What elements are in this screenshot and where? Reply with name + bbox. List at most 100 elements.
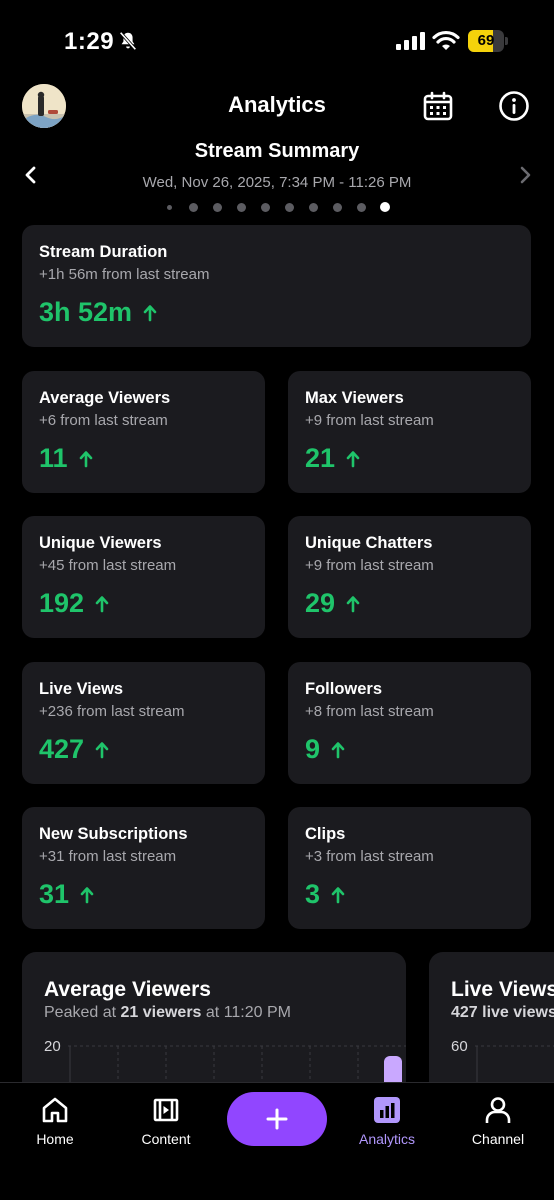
new-subscriptions-card: New Subscriptions +31 from last stream 3…: [22, 807, 265, 929]
live-views-card: Live Views +236 from last stream 427: [22, 662, 265, 784]
card-title: Max Viewers: [305, 389, 404, 407]
card-value-row: 29: [305, 588, 361, 619]
card-value-row: 9: [305, 734, 346, 765]
arrow-up-icon: [143, 304, 157, 321]
page-dot[interactable]: [349, 201, 373, 213]
page-dot[interactable]: [301, 201, 325, 213]
max-viewers-card: Max Viewers +9 from last stream 21: [288, 371, 531, 493]
chart-axis-label: 20: [44, 1038, 61, 1055]
analytics-icon: [374, 1097, 400, 1123]
card-change: +236 from last stream: [39, 703, 185, 720]
card-title: Unique Viewers: [39, 534, 162, 552]
clips-card: Clips +3 from last stream 3: [288, 807, 531, 929]
page-dot[interactable]: [205, 201, 229, 213]
home-icon: [42, 1097, 68, 1123]
nav-content-label: Content: [141, 1131, 191, 1147]
status-time: 1:29: [64, 28, 115, 55]
info-icon[interactable]: [498, 90, 530, 122]
card-change: +31 from last stream: [39, 848, 177, 865]
content-icon: [153, 1098, 179, 1122]
card-title: Followers: [305, 680, 383, 698]
nav-analytics[interactable]: Analytics: [337, 1095, 437, 1147]
unique-chatters-card: Unique Chatters +9 from last stream 29: [288, 516, 531, 638]
nav-content[interactable]: Content: [116, 1095, 216, 1147]
chart-subtitle: 427 live views: [451, 1004, 554, 1021]
chart-title: Live Views: [451, 978, 554, 1001]
chart-axis-label: 60: [451, 1038, 468, 1055]
nav-analytics-label: Analytics: [358, 1131, 416, 1147]
card-value-row: 21: [305, 443, 361, 474]
card-value: 427: [39, 734, 85, 764]
arrow-up-icon: [331, 741, 345, 758]
card-value-row: 192: [39, 588, 110, 619]
page-dot[interactable]: [229, 201, 253, 213]
nav-channel-label: Channel: [471, 1131, 525, 1147]
summary-title: Stream Summary: [194, 140, 360, 162]
page-dot[interactable]: [157, 201, 181, 213]
card-value: 9: [305, 734, 321, 764]
card-change: +9 from last stream: [305, 557, 434, 574]
card-title: Clips: [305, 825, 346, 843]
followers-card: Followers +8 from last stream 9: [288, 662, 531, 784]
wifi-icon: [432, 30, 460, 50]
arrow-up-icon: [95, 595, 109, 612]
arrow-up-icon: [79, 450, 92, 467]
user-icon: [485, 1097, 511, 1123]
card-value: 3h 52m: [39, 297, 133, 327]
summary-date-range: Wed, Nov 26, 2025, 7:34 PM - 11:26 PM: [142, 174, 412, 191]
card-value: 21: [305, 443, 336, 473]
card-value: 11: [39, 443, 68, 473]
calendar-icon[interactable]: [422, 90, 454, 122]
card-value: 3: [305, 879, 321, 909]
card-change: +45 from last stream: [39, 557, 177, 574]
card-title: Live Views: [39, 680, 124, 698]
page-title: Analytics: [228, 92, 326, 117]
card-title: Average Viewers: [39, 389, 171, 407]
nav-home-label: Home: [36, 1131, 74, 1147]
card-change: +8 from last stream: [305, 703, 434, 720]
card-value-row: 427: [39, 734, 110, 765]
card-value-row: 31: [39, 879, 95, 910]
card-value: 192: [39, 588, 85, 618]
arrow-up-icon: [346, 450, 360, 467]
card-change: +6 from last stream: [39, 412, 168, 429]
card-title: Stream Duration: [39, 243, 168, 261]
card-title: Unique Chatters: [305, 534, 433, 552]
chart-subtitle: Peaked at 21 viewers at 11:20 PM: [44, 1004, 291, 1021]
card-value-row: 3: [305, 879, 346, 910]
bottom-navigation: Home Content Analytics Channel: [0, 1082, 554, 1200]
page-dot[interactable]: [373, 201, 397, 213]
nav-channel[interactable]: Channel: [448, 1095, 548, 1147]
cellular-signal-icon: [396, 32, 425, 50]
plus-icon: [266, 1108, 288, 1130]
card-value-row: 3h 52m: [39, 297, 158, 328]
battery-icon: 69: [468, 30, 508, 52]
card-value: 29: [305, 588, 336, 618]
arrow-up-icon: [346, 595, 360, 612]
nav-home[interactable]: Home: [5, 1095, 105, 1147]
page-indicator[interactable]: [0, 201, 554, 213]
status-bar: 1:29 69: [0, 0, 554, 80]
page-dot[interactable]: [325, 201, 349, 213]
arrow-up-icon: [95, 741, 109, 758]
unique-viewers-card: Unique Viewers +45 from last stream 192: [22, 516, 265, 638]
battery-level: 69: [477, 32, 495, 49]
arrow-up-icon: [331, 886, 345, 903]
next-arrow-icon[interactable]: [514, 164, 536, 186]
average-viewers-card: Average Viewers +6 from last stream 11: [22, 371, 265, 493]
bell-muted-icon: [119, 31, 137, 51]
chart-grid: [475, 1045, 554, 1084]
page-dot[interactable]: [253, 201, 277, 213]
card-change: +3 from last stream: [305, 848, 434, 865]
chart-title: Average Viewers: [44, 978, 211, 1001]
page-dot[interactable]: [277, 201, 301, 213]
card-change: +1h 56m from last stream: [39, 266, 210, 283]
previous-arrow-icon[interactable]: [20, 164, 42, 186]
arrow-up-icon: [80, 886, 94, 903]
chart-grid: [68, 1045, 406, 1084]
card-value: 31: [39, 879, 70, 909]
card-change: +9 from last stream: [305, 412, 434, 429]
page-dot[interactable]: [181, 201, 205, 213]
card-value-row: 11: [39, 443, 94, 474]
add-button[interactable]: [227, 1092, 327, 1146]
